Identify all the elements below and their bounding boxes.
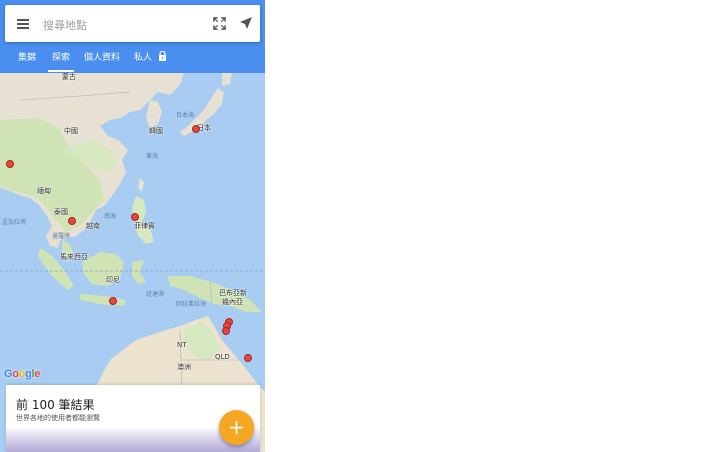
map-label-qld: QLD xyxy=(215,353,230,361)
map-label-arafura-sea: 阿拉弗拉海 xyxy=(176,301,207,308)
map-pin[interactable] xyxy=(6,160,14,168)
map-label-banda-sea: 班達海 xyxy=(146,291,165,298)
tab-collections[interactable]: 集錦 xyxy=(18,50,36,63)
map-label-gulf-of-thailand: 暹羅灣 xyxy=(52,233,71,240)
map-label-nt: NT xyxy=(177,341,187,349)
map-label-sea-of-japan: 日本海 xyxy=(176,112,195,119)
menu-icon[interactable] xyxy=(17,19,29,29)
search-bar[interactable] xyxy=(5,5,260,42)
map-pin[interactable] xyxy=(244,354,252,362)
map-pin[interactable] xyxy=(192,125,200,133)
map-label-thailand: 泰國 xyxy=(54,208,68,216)
phone-screen: 蒙古 中國 韓國 日本海 日本 東海 緬甸 泰國 越南 南海 菲律賓 孟加拉灣 … xyxy=(0,0,265,452)
plus-icon: + xyxy=(228,415,245,439)
navigation-arrow-icon[interactable] xyxy=(239,16,253,30)
results-card-subtitle: 世界各地的使用者都能瀏覽 xyxy=(16,414,100,422)
map-label-bay-of-bengal: 孟加拉灣 xyxy=(2,219,27,226)
map-pin[interactable] xyxy=(222,327,230,335)
google-logo: Google xyxy=(4,368,40,380)
tab-profile[interactable]: 個人資料 xyxy=(84,50,120,63)
map-label-philippines: 菲律賓 xyxy=(134,222,155,230)
map-pin[interactable] xyxy=(109,297,117,305)
map-label-indonesia: 印尼 xyxy=(106,276,120,284)
google-logo-letter: e xyxy=(34,368,41,380)
map-label-malaysia: 馬來西亞 xyxy=(60,253,88,261)
map-label-png-line2: 幾內亞 xyxy=(222,298,243,306)
add-fab-button[interactable]: + xyxy=(219,410,254,445)
map-pin[interactable] xyxy=(131,213,139,221)
tab-private[interactable]: 私人 xyxy=(134,50,152,63)
map-label-vietnam: 越南 xyxy=(86,222,100,230)
search-input[interactable] xyxy=(41,14,195,36)
tab-bar: 集錦 探索 個人資料 私人 xyxy=(0,48,265,73)
app-header: 集錦 探索 個人資料 私人 xyxy=(0,0,265,73)
map-label-south-sea: 南海 xyxy=(104,213,117,220)
map-pin[interactable] xyxy=(68,217,76,225)
fullscreen-icon[interactable] xyxy=(213,17,226,30)
tab-explore[interactable]: 探索 xyxy=(47,50,75,72)
map-label-east-sea: 東海 xyxy=(146,153,159,160)
map-label-korea: 韓國 xyxy=(149,127,163,135)
map-label-china: 中國 xyxy=(64,127,78,135)
results-card-title: 前 100 筆結果 xyxy=(16,398,95,412)
map-label-australia: 澳洲 xyxy=(177,363,191,371)
map-label-mongolia: 蒙古 xyxy=(62,73,76,81)
map-label-myanmar: 緬甸 xyxy=(37,187,51,195)
lock-icon xyxy=(159,51,166,61)
